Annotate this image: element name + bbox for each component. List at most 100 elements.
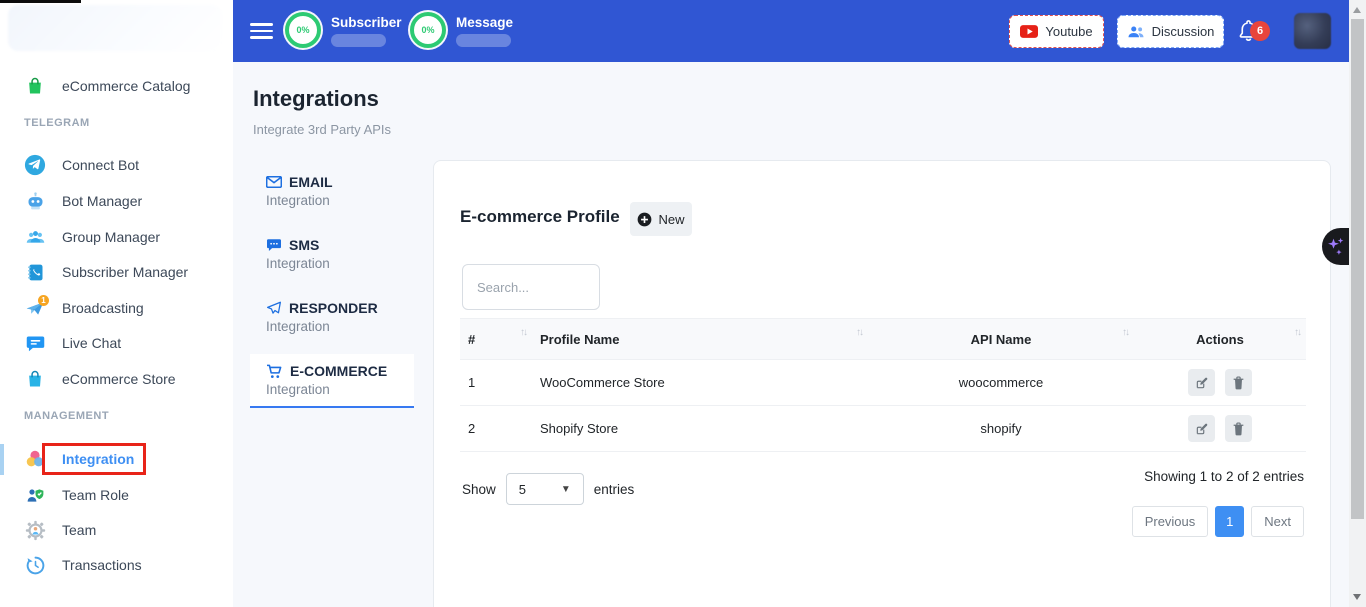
sidebar-item-live-chat[interactable]: Live Chat	[24, 329, 121, 357]
sidebar-item-broadcasting[interactable]: 1 Broadcasting	[24, 294, 144, 322]
notification-bell[interactable]: 6	[1237, 18, 1277, 50]
users-icon	[1127, 25, 1145, 39]
subnav-email-integration[interactable]: EMAIL Integration	[250, 165, 414, 217]
sidebar-section-telegram: TELEGRAM	[24, 117, 90, 129]
column-header-profile-name[interactable]: Profile Name↑↓	[532, 319, 868, 360]
message-progress-ring: 0%	[410, 12, 446, 48]
sidebar-item-label: Bot Manager	[62, 193, 142, 209]
sidebar: eCommerce Catalog TELEGRAM Connect Bot B…	[0, 0, 233, 607]
row-profile-name: WooCommerce Store	[532, 360, 868, 406]
new-button-label: New	[658, 212, 684, 227]
vertical-scrollbar[interactable]	[1349, 0, 1366, 607]
message-stat-value-blurred	[456, 34, 511, 47]
subscriber-stat-value-blurred	[331, 34, 386, 47]
page-title: Integrations	[253, 86, 379, 112]
subnav-sms-integration[interactable]: SMS Integration	[250, 228, 414, 280]
person-shield-icon	[24, 484, 46, 506]
sidebar-item-label: eCommerce Store	[62, 371, 176, 387]
sidebar-item-bot-manager[interactable]: Bot Manager	[24, 187, 142, 215]
subnav-title: RESPONDER	[289, 300, 378, 316]
row-api-name: shopify	[868, 406, 1134, 452]
row-num: 2	[460, 406, 532, 452]
gear-person-icon	[24, 519, 46, 541]
sidebar-item-label: Team	[62, 522, 96, 538]
paper-plane-icon	[266, 301, 282, 315]
sidebar-item-transactions[interactable]: Transactions	[24, 551, 142, 579]
row-num: 1	[460, 360, 532, 406]
contact-book-icon	[24, 261, 46, 283]
page-size-control: Show 5 ▼ entries	[462, 473, 634, 505]
sidebar-item-team[interactable]: Team	[24, 516, 96, 544]
sort-icon: ↑↓	[856, 327, 862, 338]
robot-icon	[24, 190, 46, 212]
showing-entries-text: Showing 1 to 2 of 2 entries	[1144, 469, 1304, 484]
show-label: Show	[462, 482, 496, 497]
sidebar-item-label: Group Manager	[62, 229, 160, 245]
sparkles-icon	[1326, 235, 1346, 259]
sort-icon: ↑↓	[1294, 327, 1300, 338]
discussion-button[interactable]: Discussion	[1117, 15, 1224, 48]
sidebar-item-label: Connect Bot	[62, 157, 139, 173]
next-page-button[interactable]: Next	[1251, 506, 1304, 537]
subnav-title: E-COMMERCE	[290, 363, 387, 379]
scroll-up-arrow[interactable]	[1353, 7, 1361, 13]
sidebar-item-group-manager[interactable]: Group Manager	[24, 223, 160, 251]
page-1-button[interactable]: 1	[1215, 506, 1244, 537]
edit-button[interactable]	[1188, 369, 1215, 396]
sidebar-item-label: Broadcasting	[62, 300, 144, 316]
search-input[interactable]	[462, 264, 600, 310]
profiles-table: #↑↓ Profile Name↑↓ API Name↑↓ Actions↑↓ …	[460, 318, 1306, 452]
page-subtitle: Integrate 3rd Party APIs	[253, 122, 391, 137]
subnav-title: SMS	[289, 237, 319, 253]
edit-button[interactable]	[1188, 415, 1215, 442]
row-profile-name: Shopify Store	[532, 406, 868, 452]
subnav-title: EMAIL	[289, 174, 333, 190]
page-size-value: 5	[519, 482, 526, 497]
subnav-responder-integration[interactable]: RESPONDER Integration	[250, 291, 414, 343]
youtube-icon	[1020, 25, 1038, 38]
hamburger-menu-icon[interactable]	[250, 23, 273, 39]
top-bar: 0% Subscriber 0% Message Youtube Discuss…	[233, 0, 1349, 62]
message-stat: 0% Message	[410, 12, 513, 48]
delete-button[interactable]	[1225, 369, 1252, 396]
notification-count-badge: 6	[1250, 21, 1270, 41]
scrollbar-thumb[interactable]	[1351, 19, 1364, 519]
panel-title: E-commerce Profile	[460, 207, 620, 227]
telegram-icon	[24, 154, 46, 176]
delete-button[interactable]	[1225, 415, 1252, 442]
table-row: 2 Shopify Store shopify	[460, 406, 1306, 452]
sidebar-item-label: Team Role	[62, 487, 129, 503]
subnav-ecommerce-integration[interactable]: E-COMMERCE Integration	[250, 354, 414, 408]
sidebar-item-connect-bot[interactable]: Connect Bot	[24, 151, 139, 179]
previous-page-button[interactable]: Previous	[1132, 506, 1209, 537]
subscriber-progress-ring: 0%	[285, 12, 321, 48]
sidebar-item-team-role[interactable]: Team Role	[24, 481, 129, 509]
youtube-button[interactable]: Youtube	[1009, 15, 1104, 48]
subscriber-stat-label: Subscriber	[331, 15, 402, 30]
sms-icon	[266, 238, 282, 252]
sidebar-item-ecommerce-store[interactable]: eCommerce Store	[24, 365, 176, 393]
scroll-down-arrow[interactable]	[1353, 594, 1361, 600]
history-clock-icon	[24, 554, 46, 576]
subscriber-stat: 0% Subscriber	[285, 12, 402, 48]
page-size-select[interactable]: 5 ▼	[506, 473, 584, 505]
table-row: 1 WooCommerce Store woocommerce	[460, 360, 1306, 406]
sidebar-item-label: Transactions	[62, 557, 142, 573]
app-logo	[8, 5, 222, 51]
new-profile-button[interactable]: New	[630, 202, 692, 236]
sidebar-item-subscriber-manager[interactable]: Subscriber Manager	[24, 258, 188, 286]
chevron-down-icon: ▼	[561, 484, 571, 495]
sort-icon: ↑↓	[520, 327, 526, 338]
column-header-api-name[interactable]: API Name↑↓	[868, 319, 1134, 360]
group-icon	[24, 226, 46, 248]
entries-label: entries	[594, 482, 635, 497]
pagination: Previous 1 Next	[1132, 506, 1304, 537]
sidebar-item-ecommerce-catalog[interactable]: eCommerce Catalog	[24, 72, 190, 100]
chat-bubble-icon	[24, 332, 46, 354]
user-avatar[interactable]	[1294, 13, 1331, 49]
column-header-num[interactable]: #↑↓	[460, 319, 532, 360]
brand-top-bar	[0, 0, 81, 3]
sort-icon: ↑↓	[1122, 327, 1128, 338]
column-header-actions[interactable]: Actions↑↓	[1134, 319, 1306, 360]
shopping-bag-blue-icon	[24, 368, 46, 390]
